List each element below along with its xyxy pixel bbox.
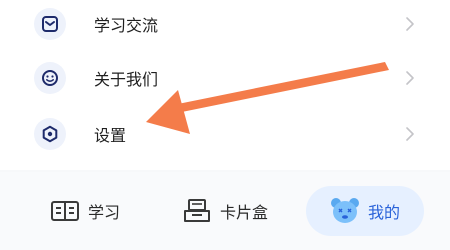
menu-item-label: 学习交流 — [94, 16, 159, 35]
smile-icon — [34, 62, 66, 94]
study-icon — [51, 201, 79, 221]
tab-mine[interactable]: 我的 — [306, 186, 424, 236]
bottom-tab-bar: 学习 卡片盒 我的 — [0, 172, 450, 250]
chevron-right-icon — [406, 127, 414, 141]
tab-card-box[interactable]: 卡片盒 — [182, 186, 268, 236]
menu-item-learning-exchange[interactable]: 学习交流 — [0, 0, 450, 52]
message-icon — [34, 8, 66, 40]
card-box-icon — [184, 199, 210, 222]
tab-label: 学习 — [88, 203, 121, 222]
settings-menu: 学习交流 关于我们 设置 — [0, 0, 450, 170]
settings-hex-icon — [34, 118, 66, 150]
tab-label: 卡片盒 — [220, 203, 269, 222]
menu-item-settings[interactable]: 设置 — [0, 106, 450, 162]
menu-item-label: 设置 — [94, 126, 127, 145]
tab-label: 我的 — [367, 203, 400, 222]
chevron-right-icon — [406, 71, 414, 85]
menu-item-about-us[interactable]: 关于我们 — [0, 50, 450, 106]
bear-icon — [330, 198, 359, 223]
menu-item-label: 关于我们 — [94, 70, 159, 89]
chevron-right-icon — [406, 17, 414, 31]
tab-study[interactable]: 学习 — [50, 186, 120, 236]
